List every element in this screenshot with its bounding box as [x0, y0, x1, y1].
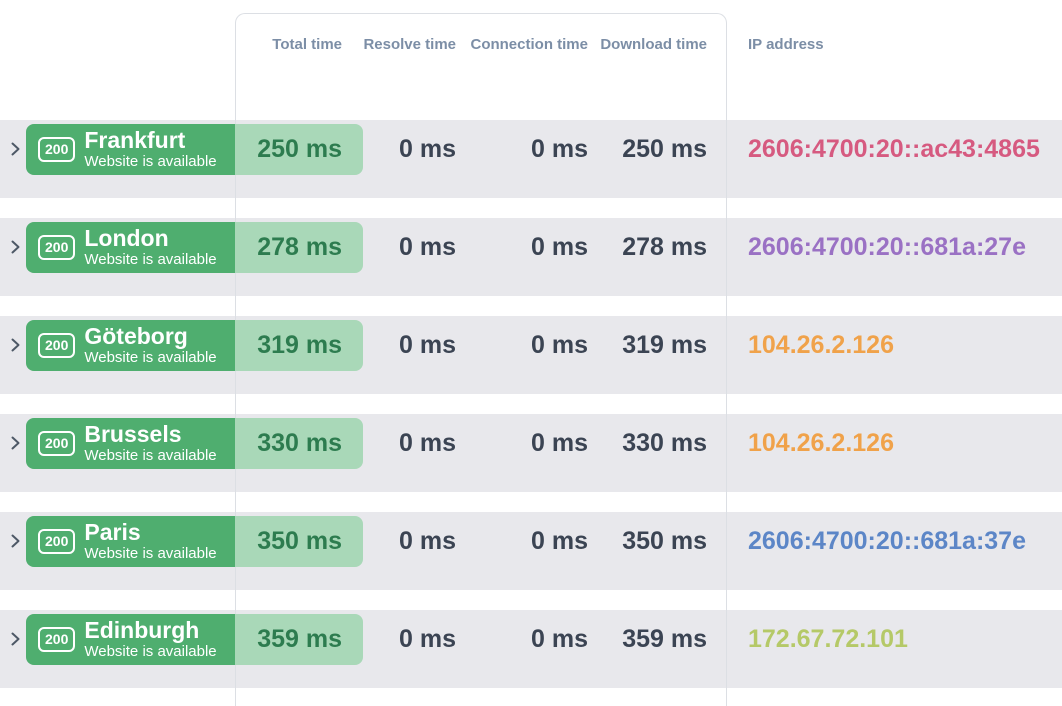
- expand-row-button[interactable]: [7, 630, 23, 648]
- resolve-time-value: 0 ms: [399, 527, 456, 555]
- connection-time-value: 0 ms: [531, 135, 588, 163]
- availability-text: Website is available: [84, 447, 217, 464]
- location-status-block: 200 Paris Website is available 350 ms: [26, 516, 363, 567]
- status-badge: 200: [38, 333, 76, 358]
- location-status-block: 200 Göteborg Website is available 319 ms: [26, 320, 363, 371]
- table-row: 200 Göteborg Website is available 319 ms…: [0, 316, 1062, 394]
- status-badge: 200: [38, 235, 76, 260]
- availability-text: Website is available: [84, 349, 217, 366]
- status-badge: 200: [38, 431, 76, 456]
- chevron-right-icon: [11, 240, 19, 254]
- ip-address: 2606:4700:20::ac43:4865: [748, 135, 1040, 163]
- expand-row-button[interactable]: [7, 532, 23, 550]
- connection-time-value: 0 ms: [531, 233, 588, 261]
- chevron-right-icon: [11, 632, 19, 646]
- location-status-block: 200 Edinburgh Website is available 359 m…: [26, 614, 363, 665]
- connection-time-value: 0 ms: [531, 331, 588, 359]
- table-row: 200 London Website is available 278 ms 0…: [0, 218, 1062, 296]
- ip-address: 172.67.72.101: [748, 625, 908, 653]
- expand-row-button[interactable]: [7, 434, 23, 452]
- location-name: Edinburgh: [84, 618, 200, 643]
- download-time-value: 278 ms: [622, 233, 707, 261]
- status-badge: 200: [38, 137, 76, 162]
- table-row: 200 Edinburgh Website is available 359 m…: [0, 610, 1062, 688]
- ip-address: 2606:4700:20::681a:37e: [748, 527, 1026, 555]
- table-row: 200 Frankfurt Website is available 250 m…: [0, 120, 1062, 198]
- resolve-time-value: 0 ms: [399, 429, 456, 457]
- availability-text: Website is available: [84, 643, 217, 660]
- location-name: Brussels: [84, 422, 182, 447]
- connection-time-value: 0 ms: [531, 625, 588, 653]
- column-header-total-time: Total time: [272, 35, 342, 53]
- availability-text: Website is available: [84, 251, 217, 268]
- download-time-value: 319 ms: [622, 331, 707, 359]
- download-time-value: 250 ms: [622, 135, 707, 163]
- resolve-time-value: 0 ms: [399, 331, 456, 359]
- location-status-dark: 200 Brussels Website is available: [26, 418, 235, 469]
- ip-address: 104.26.2.126: [748, 331, 894, 359]
- expand-row-button[interactable]: [7, 140, 23, 158]
- status-badge: 200: [38, 529, 76, 554]
- column-header-ip-address: IP address: [748, 35, 824, 53]
- location-status-dark: 200 Paris Website is available: [26, 516, 235, 567]
- location-status-dark: 200 Göteborg Website is available: [26, 320, 235, 371]
- location-name: London: [84, 226, 169, 251]
- location-status-dark: 200 Edinburgh Website is available: [26, 614, 235, 665]
- column-header-connection-time: Connection time: [470, 35, 588, 53]
- status-badge: 200: [38, 627, 76, 652]
- resolve-time-value: 0 ms: [399, 135, 456, 163]
- table-row: 200 Brussels Website is available 330 ms…: [0, 414, 1062, 492]
- location-status-block: 200 Brussels Website is available 330 ms: [26, 418, 363, 469]
- chevron-right-icon: [11, 436, 19, 450]
- location-status-dark: 200 Frankfurt Website is available: [26, 124, 235, 175]
- location-status-block: 200 Frankfurt Website is available 250 m…: [26, 124, 363, 175]
- expand-row-button[interactable]: [7, 336, 23, 354]
- column-header-download-time: Download time: [600, 35, 707, 53]
- chevron-right-icon: [11, 534, 19, 548]
- uptime-check-results: Total time Resolve time Connection time …: [0, 0, 1062, 706]
- resolve-time-value: 0 ms: [399, 625, 456, 653]
- column-header-resolve-time: Resolve time: [363, 35, 456, 53]
- connection-time-value: 0 ms: [531, 429, 588, 457]
- table-row: 200 Paris Website is available 350 ms 0 …: [0, 512, 1062, 590]
- location-status-block: 200 London Website is available 278 ms: [26, 222, 363, 273]
- location-name: Frankfurt: [84, 128, 186, 153]
- location-status-dark: 200 London Website is available: [26, 222, 235, 273]
- resolve-time-value: 0 ms: [399, 233, 456, 261]
- ip-address: 2606:4700:20::681a:27e: [748, 233, 1026, 261]
- connection-time-value: 0 ms: [531, 527, 588, 555]
- location-name: Göteborg: [84, 324, 188, 349]
- location-name: Paris: [84, 520, 141, 545]
- chevron-right-icon: [11, 338, 19, 352]
- availability-text: Website is available: [84, 545, 217, 562]
- results-list: 200 Frankfurt Website is available 250 m…: [0, 120, 1062, 706]
- expand-row-button[interactable]: [7, 238, 23, 256]
- ip-address: 104.26.2.126: [748, 429, 894, 457]
- download-time-value: 359 ms: [622, 625, 707, 653]
- download-time-value: 330 ms: [622, 429, 707, 457]
- availability-text: Website is available: [84, 153, 217, 170]
- download-time-value: 350 ms: [622, 527, 707, 555]
- chevron-right-icon: [11, 142, 19, 156]
